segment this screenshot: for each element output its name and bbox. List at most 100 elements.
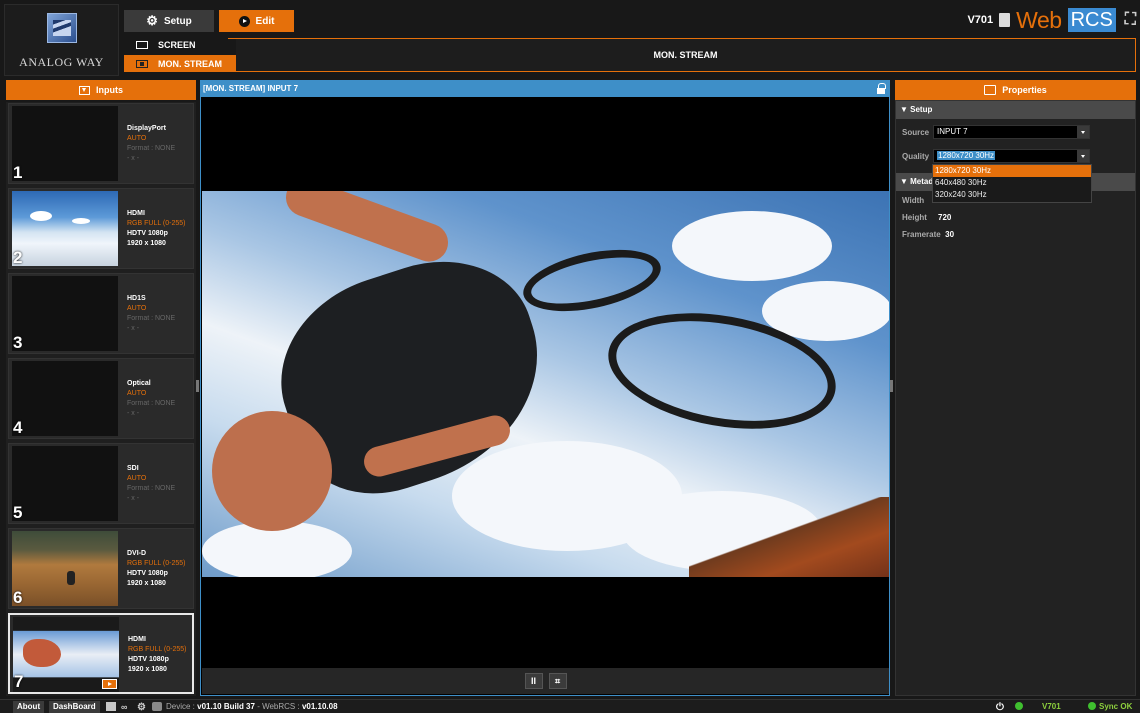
input-number: 1 — [13, 163, 23, 182]
fullscreen-icon[interactable]: ⛶ — [1125, 11, 1136, 29]
analog-way-logo: ANALOG WAY — [4, 4, 119, 76]
quality-select[interactable]: 1280x720 30Hz — [933, 149, 1090, 163]
device-label: Device : — [166, 702, 195, 711]
brand-area: V701 Web RCS ⛶ — [967, 6, 1136, 34]
input-number: 5 — [13, 503, 23, 522]
analog-way-logo-icon — [47, 13, 77, 43]
input-card-7[interactable]: 7 HDMI RGB FULL (0-255) HDTV 1080p 1920 … — [8, 613, 194, 694]
input-signal: Format : NONE — [127, 145, 176, 152]
edit-label: Edit — [255, 15, 275, 27]
properties-header-label: Properties — [1002, 85, 1047, 95]
left-splitter-handle[interactable] — [196, 380, 199, 392]
setup-section-label: Setup — [910, 105, 933, 114]
input-info: HD1S AUTO Format : NONE - x - — [127, 294, 175, 334]
width-label: Width — [902, 196, 925, 205]
brand-web: Web — [1016, 6, 1062, 33]
input-format: RGB FULL (0-255) — [128, 646, 187, 653]
version-info: Device : v01.10 Build 37 - WebRCS : v01.… — [166, 701, 338, 713]
input-format: AUTO — [127, 475, 147, 482]
setup-button[interactable]: ⚙ Setup — [124, 10, 214, 32]
monitor-icon — [136, 40, 148, 49]
input-resolution: - x - — [127, 410, 140, 417]
video-mountain — [689, 497, 889, 577]
properties-icon — [984, 85, 997, 95]
gear-icon: ⚙ — [146, 13, 158, 28]
dashboard-button[interactable]: DashBoard — [49, 701, 100, 713]
input-thumbnail — [12, 531, 118, 606]
top-bar: ⚙ Setup Edit V701 Web RCS ⛶ — [124, 7, 1136, 33]
input-info: Optical AUTO Format : NONE - x - — [127, 379, 175, 419]
pause-button[interactable]: II — [524, 673, 543, 689]
screen-item-label: SCREEN — [158, 39, 196, 50]
status-bar: About DashBoard ∞ ⚙ Device : v01.10 Buil… — [0, 699, 1140, 713]
inputs-panel-header[interactable]: Inputs — [6, 80, 196, 100]
quality-option[interactable]: 320x240 30Hz — [933, 189, 1091, 201]
settings-icon[interactable]: ⚙ — [137, 702, 147, 713]
sync-status-label: Sync OK — [1099, 702, 1133, 711]
fit-screen-button[interactable]: ⌗ — [548, 673, 567, 689]
play-icon[interactable] — [102, 679, 117, 689]
webrcs-version: v01.10.08 — [301, 702, 338, 711]
input-number: 2 — [13, 248, 23, 267]
input-resolution: 1920 x 1080 — [127, 580, 166, 587]
properties-header[interactable]: Properties — [895, 80, 1136, 100]
input-number: 7 — [14, 672, 24, 691]
power-icon[interactable]: ⏻ — [996, 702, 1006, 713]
screen-selector: SCREEN MON. STREAM — [124, 36, 236, 72]
input-card-6[interactable]: 6 DVI-D RGB FULL (0-255) HDTV 1080p 1920… — [8, 528, 194, 609]
screen-item-screen[interactable]: SCREEN — [124, 36, 236, 53]
playback-controls: II ⌗ — [202, 668, 889, 694]
monitor-title: [MON. STREAM] INPUT 7 — [203, 84, 299, 93]
input-card-4[interactable]: 4 Optical AUTO Format : NONE - x - — [8, 358, 194, 439]
framerate-row: Framerate 30 — [902, 230, 954, 239]
quality-label: Quality — [902, 152, 930, 161]
input-card-3[interactable]: 3 HD1S AUTO Format : NONE - x - — [8, 273, 194, 354]
sync-status-icon — [1088, 702, 1096, 710]
link-icon[interactable]: ∞ — [121, 702, 131, 712]
source-value: INPUT 7 — [937, 127, 968, 136]
input-name: Optical — [127, 380, 151, 387]
input-thumbnail — [12, 446, 118, 521]
document-icon[interactable] — [999, 13, 1011, 27]
screen-item-label: MON. STREAM — [158, 58, 222, 69]
setup-section-header[interactable]: ▼ Setup — [896, 101, 1135, 119]
input-thumbnail — [12, 276, 118, 351]
height-row: Height 720 — [902, 213, 951, 222]
input-info: HDMI RGB FULL (0-255) HDTV 1080p 1920 x … — [128, 635, 186, 675]
input-name: HD1S — [127, 295, 146, 302]
brand-rcs: RCS — [1067, 8, 1116, 32]
device-name: V701 — [967, 14, 994, 26]
input-signal: HDTV 1080p — [127, 570, 168, 577]
source-label: Source — [902, 128, 930, 137]
mon-stream-banner[interactable]: MON. STREAM — [236, 38, 1136, 72]
input-card-1[interactable]: 1 DisplayPort AUTO Format : NONE - x - — [8, 103, 194, 184]
input-resolution: 1920 x 1080 — [128, 666, 167, 673]
right-splitter-handle[interactable] — [890, 380, 893, 392]
source-select[interactable]: INPUT 7 — [933, 125, 1090, 139]
height-label: Height — [902, 213, 927, 222]
inputs-list: 1 DisplayPort AUTO Format : NONE - x - 2… — [6, 102, 196, 696]
input-card-2[interactable]: 2 HDMI RGB FULL (0-255) HDTV 1080p 1920 … — [8, 188, 194, 269]
quality-option[interactable]: 1280x720 30Hz — [933, 165, 1091, 177]
input-card-5[interactable]: 5 SDI AUTO Format : NONE - x - — [8, 443, 194, 524]
screen-item-mon-stream[interactable]: MON. STREAM — [124, 55, 236, 72]
banner-title: MON. STREAM — [653, 50, 718, 60]
close-panel-icon[interactable] — [106, 702, 116, 711]
input-info: DisplayPort AUTO Format : NONE - x - — [127, 124, 175, 164]
camera-icon[interactable] — [152, 702, 162, 711]
input-name: DVI-D — [127, 550, 147, 557]
input-info: HDMI RGB FULL (0-255) HDTV 1080p 1920 x … — [127, 209, 185, 249]
input-resolution: - x - — [127, 155, 140, 162]
framerate-value: 30 — [945, 230, 955, 239]
about-button[interactable]: About — [13, 701, 45, 713]
quality-option[interactable]: 640x480 30Hz — [933, 177, 1091, 189]
device-status-label: V701 — [1042, 702, 1061, 711]
chevron-down-icon — [1077, 126, 1089, 138]
input-signal: Format : NONE — [127, 485, 176, 492]
webrcs-label: - WebRCS : — [257, 702, 300, 711]
setup-label: Setup — [163, 15, 192, 27]
input-signal: HDTV 1080p — [128, 656, 169, 663]
webrcs-app: ANALOG WAY ⚙ Setup Edit V701 Web RCS ⛶ S… — [0, 0, 1140, 713]
lock-icon[interactable] — [877, 83, 886, 94]
edit-button[interactable]: Edit — [219, 10, 294, 32]
